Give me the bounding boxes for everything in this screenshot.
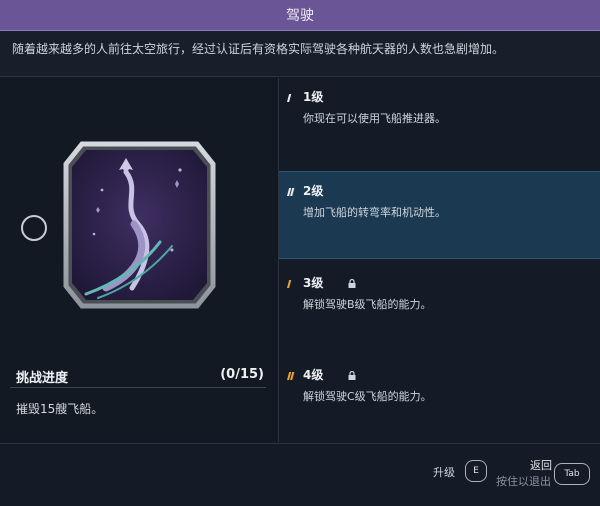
footer-bar: 升级 E 返回 按住以退出 Tab: [0, 443, 600, 506]
select-radio[interactable]: [21, 215, 47, 241]
level-bars: II: [285, 186, 295, 199]
progress-title: 挑战进度: [16, 371, 69, 386]
lock-icon: [348, 370, 356, 381]
lock-icon: [348, 278, 356, 289]
skill-description: 随着越来越多的人前往太空旅行，经过认证后有资格实际驾驶各种航天器的人数也急剧增加…: [0, 31, 600, 77]
skill-panel: 挑战进度 (0/15) 摧毁15艘飞船。: [0, 78, 279, 442]
rocket-badge-icon: [63, 141, 216, 309]
back-button[interactable]: Tab: [554, 463, 590, 485]
back-hint: 按住以退出: [496, 475, 551, 488]
level-title: 3级: [303, 276, 324, 290]
level-text: 解锁驾驶C级飞船的能力。: [303, 390, 432, 403]
level-text: 增加飞船的转弯率和机动性。: [303, 206, 446, 219]
page-title: 驾驶: [286, 8, 314, 24]
progress-count: (0/15): [220, 367, 264, 382]
upgrade-label: 升级: [433, 466, 455, 479]
level-title: 2级: [303, 184, 324, 198]
level-list: I 1级 你现在可以使用飞船推进器。 II 2级 增加飞船的转弯率和机动性。 I…: [279, 78, 600, 442]
level-item-2[interactable]: II 2级 增加飞船的转弯率和机动性。: [279, 171, 600, 259]
level-text: 你现在可以使用飞船推进器。: [303, 112, 446, 125]
progress-task: 摧毁15艘飞船。: [16, 402, 104, 416]
level-title: 4级: [303, 368, 324, 382]
level-title: 1级: [303, 90, 324, 104]
level-bars: II: [285, 370, 295, 383]
level-item-1[interactable]: I 1级 你现在可以使用飞船推进器。: [279, 78, 600, 170]
upgrade-button[interactable]: E: [465, 460, 487, 482]
divider: [10, 387, 266, 388]
level-item-4[interactable]: II 4级 解锁驾驶C级飞船的能力。: [279, 356, 600, 442]
level-text: 解锁驾驶B级飞船的能力。: [303, 298, 432, 311]
level-item-3[interactable]: I 3级 解锁驾驶B级飞船的能力。: [279, 264, 600, 356]
level-bars: I: [285, 278, 292, 291]
back-label: 返回: [530, 459, 552, 472]
level-bars: I: [285, 92, 292, 105]
header-bar: 驾驶: [0, 0, 600, 31]
